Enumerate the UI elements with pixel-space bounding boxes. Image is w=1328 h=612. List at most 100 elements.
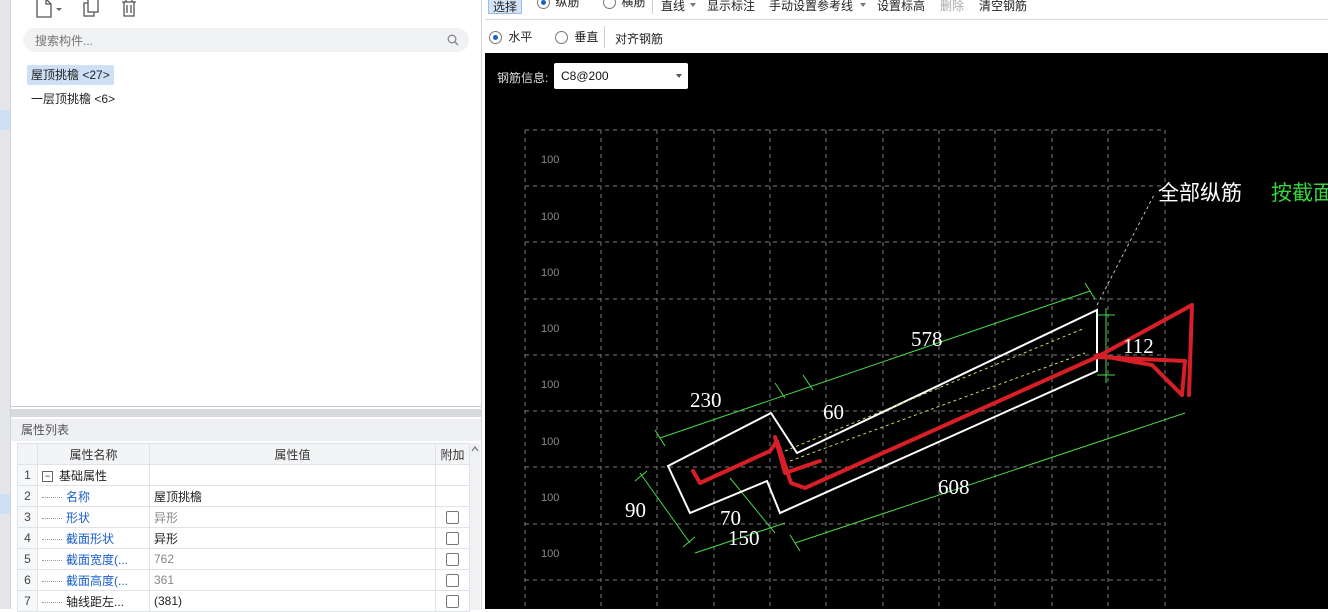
property-value[interactable]: 762 <box>149 548 436 570</box>
property-value[interactable]: 异形 <box>149 506 436 528</box>
property-extra <box>435 590 470 612</box>
dimension-230: 230 <box>690 388 722 412</box>
table-row[interactable]: 1 − 基础属性 <box>17 464 470 486</box>
property-value[interactable]: 屋顶挑檐 <box>149 485 436 507</box>
attach-checkbox[interactable] <box>446 552 459 566</box>
radio-unchecked-icon <box>603 0 616 10</box>
longitudinal-radio[interactable]: 纵筋 <box>537 0 580 10</box>
strip-marker[interactable] <box>0 110 10 130</box>
grid-label: 100 <box>541 154 559 166</box>
dropdown-arrow-icon[interactable] <box>690 3 696 7</box>
line-tool-dropdown[interactable]: 直线 <box>661 0 685 14</box>
property-name-cell: 截面形状 <box>37 527 150 549</box>
delete-rebar-button[interactable]: 删除 <box>940 0 964 14</box>
property-name-cell: 截面高度(... <box>37 569 150 591</box>
row-number: 6 <box>17 569 38 591</box>
scroll-up-icon[interactable] <box>470 444 480 454</box>
property-name: 截面宽度(... <box>66 552 128 567</box>
new-file-icon <box>36 0 62 18</box>
tree-item-roof-eave[interactable]: 屋顶挑檐 <27> <box>27 65 114 85</box>
panel-splitter[interactable] <box>11 409 481 417</box>
copy-icon <box>83 0 99 17</box>
row-number: 3 <box>17 506 38 528</box>
search-input[interactable] <box>33 28 437 54</box>
vertical-label: 垂直 <box>574 30 599 44</box>
manual-ref-line-button[interactable]: 手动设置参考线 <box>769 0 853 14</box>
property-name: 形状 <box>66 510 91 525</box>
row-number: 4 <box>17 527 38 549</box>
tree-item-first-floor-eave[interactable]: 一层顶挑檐 <6> <box>27 89 119 109</box>
longitudinal-label: 纵筋 <box>555 0 580 9</box>
table-row[interactable]: 7 轴线距左... (381) <box>17 590 470 612</box>
property-name: 轴线距左... <box>66 594 125 609</box>
col-header-value[interactable]: 属性值 <box>149 443 436 465</box>
align-rebar-button[interactable]: 对齐钢筋 <box>615 33 663 47</box>
annotation-by-section[interactable]: 按截面 <box>1271 181 1328 205</box>
property-name: 名称 <box>66 489 91 504</box>
col-header-extra[interactable]: 附加 <box>435 443 470 465</box>
transverse-label: 横筋 <box>621 0 646 9</box>
dimension-578: 578 <box>911 327 943 351</box>
dimension-60: 60 <box>823 400 844 424</box>
annotation-all-longitudinal[interactable]: 全部纵筋 <box>1158 181 1242 205</box>
table-row[interactable]: 3 形状 异形 <box>17 506 470 528</box>
copy-button[interactable] <box>77 0 105 20</box>
select-tool-label: 选择 <box>493 0 518 14</box>
table-row[interactable]: 6 截面高度(... 361 <box>17 569 470 591</box>
set-elevation-button[interactable]: 设置标高 <box>877 0 925 14</box>
clear-rebar-button[interactable]: 清空钢筋 <box>979 0 1027 14</box>
grid-label: 100 <box>541 492 559 504</box>
property-name-cell: 名称 <box>37 485 150 507</box>
grid-labels: 100 100 100 100 100 100 100 100 <box>541 154 559 560</box>
delete-button[interactable] <box>115 0 143 20</box>
row-number: 1 <box>17 464 38 486</box>
select-tool-button[interactable]: 选择 <box>488 0 522 14</box>
property-name-cell: 形状 <box>37 506 150 528</box>
property-extra <box>435 548 470 570</box>
horizontal-radio[interactable]: 水平 <box>489 30 533 45</box>
radio-unchecked-icon <box>555 31 568 45</box>
leader-line <box>1096 192 1156 306</box>
property-extra <box>435 464 470 486</box>
property-name-cell: 轴线距左... <box>37 590 150 612</box>
table-row[interactable]: 5 截面宽度(... 762 <box>17 548 470 570</box>
property-name: 截面形状 <box>66 531 115 546</box>
attach-checkbox[interactable] <box>446 531 459 545</box>
property-value <box>149 464 436 486</box>
drawing-canvas[interactable]: 钢筋信息: C8@200 100 100 100 100 100 100 100 <box>485 53 1328 609</box>
dimension-608: 608 <box>938 475 970 499</box>
toolbar-separator <box>652 0 653 14</box>
new-button[interactable] <box>25 0 69 20</box>
align-toolbar: 水平 垂直 对齐钢筋 <box>485 20 1328 53</box>
property-value[interactable]: 361 <box>149 569 436 591</box>
strip-marker[interactable] <box>0 494 10 514</box>
left-strip <box>0 0 11 609</box>
search-icon[interactable] <box>447 34 459 46</box>
show-label-button[interactable]: 显示标注 <box>707 0 755 14</box>
grid-label: 100 <box>541 548 559 560</box>
transverse-radio[interactable]: 横筋 <box>603 0 646 10</box>
attach-checkbox[interactable] <box>446 573 459 587</box>
property-extra <box>435 485 470 507</box>
collapse-icon[interactable]: − <box>42 470 53 482</box>
property-group[interactable]: − 基础属性 <box>37 464 150 486</box>
table-row[interactable]: 2 名称 屋顶挑檐 <box>17 485 470 507</box>
property-scrollbar[interactable] <box>470 443 480 610</box>
table-row[interactable]: 4 截面形状 异形 <box>17 527 470 549</box>
attach-checkbox[interactable] <box>446 510 459 524</box>
property-table: 属性名称 属性值 附加 1 − 基础属性 2 名称 屋顶挑檐 3 形状 异形 4 … <box>17 443 470 612</box>
dropdown-arrow-icon[interactable] <box>860 3 866 7</box>
attach-checkbox[interactable] <box>446 594 459 608</box>
trash-icon <box>122 0 136 17</box>
col-header-name[interactable]: 属性名称 <box>37 443 150 465</box>
col-header-num <box>17 443 38 465</box>
row-number: 7 <box>17 590 38 612</box>
property-extra <box>435 506 470 528</box>
radio-checked-icon <box>489 31 502 45</box>
property-value[interactable]: 异形 <box>149 527 436 549</box>
rebar-path <box>691 303 1194 490</box>
property-value[interactable]: (381) <box>149 590 436 612</box>
vertical-radio[interactable]: 垂直 <box>555 30 599 45</box>
horizontal-label: 水平 <box>508 30 533 44</box>
search-box[interactable] <box>23 28 469 54</box>
